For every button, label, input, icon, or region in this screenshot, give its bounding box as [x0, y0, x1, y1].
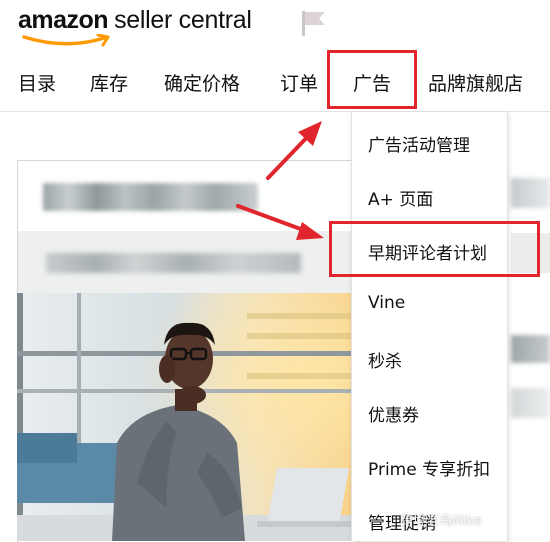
- watermark: 跨境老鸟Mike: [400, 514, 482, 529]
- arrow-to-early-reviewer-icon: [236, 204, 324, 240]
- arrow-to-advertising-icon: [266, 121, 322, 180]
- annotation-arrows: [236, 121, 324, 240]
